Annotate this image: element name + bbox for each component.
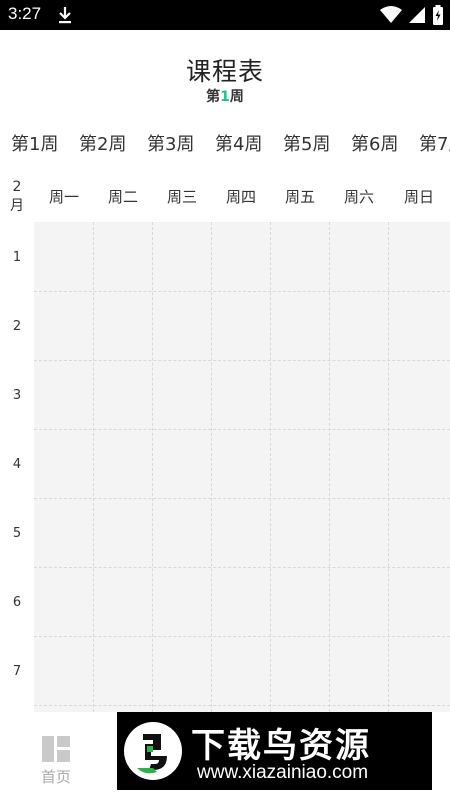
subtitle-suffix: 周 — [229, 89, 244, 105]
period-label-2: 2 — [0, 293, 34, 361]
month-unit: 月 — [10, 198, 24, 214]
period-label-1: 1 — [0, 224, 34, 292]
timetable-grid[interactable]: 2 月 周一 周二 周三 周四 周五 周六 周日 1 2 3 4 5 6 7 — [0, 172, 450, 712]
grid-divider — [329, 222, 330, 712]
signal-icon — [409, 7, 425, 23]
day-header-wed: 周三 — [154, 172, 210, 222]
subtitle-prefix: 第 — [206, 89, 221, 105]
grid-divider — [211, 222, 212, 712]
grid-divider — [34, 705, 450, 706]
watermark: 下载鸟资源 www.xiazainiao.com — [117, 712, 432, 790]
wifi-icon — [380, 6, 402, 23]
day-header-sat: 周六 — [331, 172, 387, 222]
period-label-5: 5 — [0, 500, 34, 568]
week-tab-2[interactable]: 第2周 — [79, 130, 126, 156]
day-header-thu: 周四 — [213, 172, 269, 222]
watermark-url: www.xiazainiao.com — [197, 762, 369, 783]
week-tab-1[interactable]: 第1周 — [11, 130, 58, 156]
status-icons — [380, 5, 444, 25]
grid-divider — [34, 360, 450, 361]
page-title: 课程表 — [185, 57, 264, 86]
grid-divider — [34, 291, 450, 292]
grid-divider — [34, 498, 450, 499]
day-header-tue: 周二 — [95, 172, 151, 222]
grid-divider — [93, 222, 94, 712]
nav-home[interactable]: 首页 — [30, 724, 82, 794]
battery-icon — [433, 5, 443, 25]
day-header-mon: 周一 — [36, 172, 92, 222]
grid-divider — [34, 636, 450, 637]
day-header-fri: 周五 — [272, 172, 328, 222]
period-label-6: 6 — [0, 569, 34, 637]
bird-logo-icon — [124, 722, 182, 780]
grid-divider — [34, 567, 450, 568]
month-number: 2 — [12, 179, 22, 195]
week-tab-bar[interactable]: 第1周 第2周 第3周 第4周 第5周 第6周 第7周 — [0, 130, 450, 162]
dashboard-icon — [42, 736, 70, 762]
day-header-sun: 周日 — [390, 172, 448, 222]
current-week-number: 1 — [220, 89, 230, 105]
current-week-label: 第1周 — [0, 86, 450, 106]
week-tab-6[interactable]: 第6周 — [351, 130, 398, 156]
grid-divider — [270, 222, 271, 712]
grid-divider — [34, 429, 450, 430]
status-bar: 3:27 — [0, 0, 450, 30]
period-label-4: 4 — [0, 431, 34, 499]
week-tab-4[interactable]: 第4周 — [215, 130, 262, 156]
watermark-title: 下载鸟资源 — [191, 726, 371, 766]
month-label: 2 月 — [0, 172, 34, 222]
grid-divider — [152, 222, 153, 712]
download-icon — [59, 7, 71, 24]
nav-home-label: 首页 — [40, 768, 71, 786]
week-tab-5[interactable]: 第5周 — [283, 130, 330, 156]
grid-divider — [388, 222, 389, 712]
period-label-7: 7 — [0, 638, 34, 706]
period-label-3: 3 — [0, 362, 34, 430]
week-tab-3[interactable]: 第3周 — [147, 130, 194, 156]
status-time: 3:27 — [8, 4, 42, 23]
week-tab-7[interactable]: 第7周 — [419, 130, 450, 156]
